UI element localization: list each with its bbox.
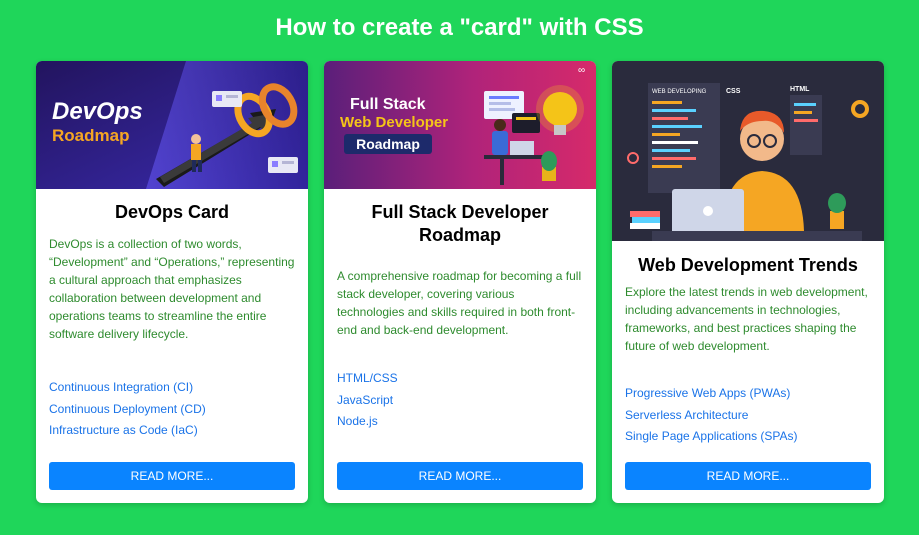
link-continuous-deployment[interactable]: Continuous Deployment (CD) bbox=[49, 399, 206, 421]
web-development-image: WEB DEVELOPING CSS HTML bbox=[612, 61, 884, 241]
svg-text:WEB DEVELOPING: WEB DEVELOPING bbox=[652, 89, 707, 95]
read-more-button[interactable]: READ MORE... bbox=[49, 462, 295, 490]
card-links: Progressive Web Apps (PWAs) Serverless A… bbox=[625, 383, 798, 448]
card-title: Web Development Trends bbox=[638, 255, 858, 275]
card-description: DevOps is a collection of two words, “De… bbox=[49, 237, 295, 341]
svg-text:Web Developer: Web Developer bbox=[340, 114, 448, 131]
link-single-page-applications[interactable]: Single Page Applications (SPAs) bbox=[625, 426, 798, 448]
full-stack-roadmap-image: Full Stack Web Developer Roadmap ∞ bbox=[324, 61, 596, 189]
card-title: Full Stack Developer Roadmap bbox=[371, 202, 549, 245]
card-description: A comprehensive roadmap for becoming a f… bbox=[337, 269, 582, 337]
link-infrastructure-as-code[interactable]: Infrastructure as Code (IaC) bbox=[49, 420, 206, 442]
link-serverless-architecture[interactable]: Serverless Architecture bbox=[625, 405, 798, 427]
svg-text:Roadmap: Roadmap bbox=[52, 126, 129, 145]
svg-text:CSS: CSS bbox=[726, 88, 741, 95]
svg-text:∞: ∞ bbox=[578, 65, 585, 76]
devops-roadmap-image: DevOps Roadmap bbox=[36, 61, 308, 189]
web-trends-card: WEB DEVELOPING CSS HTML Web Development … bbox=[612, 61, 884, 503]
svg-text:Roadmap: Roadmap bbox=[356, 136, 420, 152]
link-html-css[interactable]: HTML/CSS bbox=[337, 368, 398, 390]
card-links: HTML/CSS JavaScript Node.js bbox=[337, 368, 398, 433]
devops-card: DevOps Roadmap DevOps Card DevOps is a c… bbox=[36, 61, 308, 503]
svg-text:DevOps: DevOps bbox=[52, 98, 143, 125]
link-javascript[interactable]: JavaScript bbox=[337, 390, 398, 412]
svg-text:HTML: HTML bbox=[790, 86, 810, 93]
svg-text:Full Stack: Full Stack bbox=[350, 96, 426, 113]
read-more-button[interactable]: READ MORE... bbox=[337, 462, 583, 490]
link-progressive-web-apps[interactable]: Progressive Web Apps (PWAs) bbox=[625, 383, 798, 405]
link-continuous-integration[interactable]: Continuous Integration (CI) bbox=[49, 377, 206, 399]
card-description: Explore the latest trends in web develop… bbox=[625, 285, 868, 353]
read-more-button[interactable]: READ MORE... bbox=[625, 462, 871, 490]
card-links: Continuous Integration (CI) Continuous D… bbox=[49, 377, 206, 442]
card-title: DevOps Card bbox=[114, 202, 230, 222]
page-title: How to create a "card" with CSS bbox=[275, 14, 644, 41]
link-nodejs[interactable]: Node.js bbox=[337, 411, 398, 433]
full-stack-card: Full Stack Web Developer Roadmap ∞ Full … bbox=[324, 61, 596, 503]
